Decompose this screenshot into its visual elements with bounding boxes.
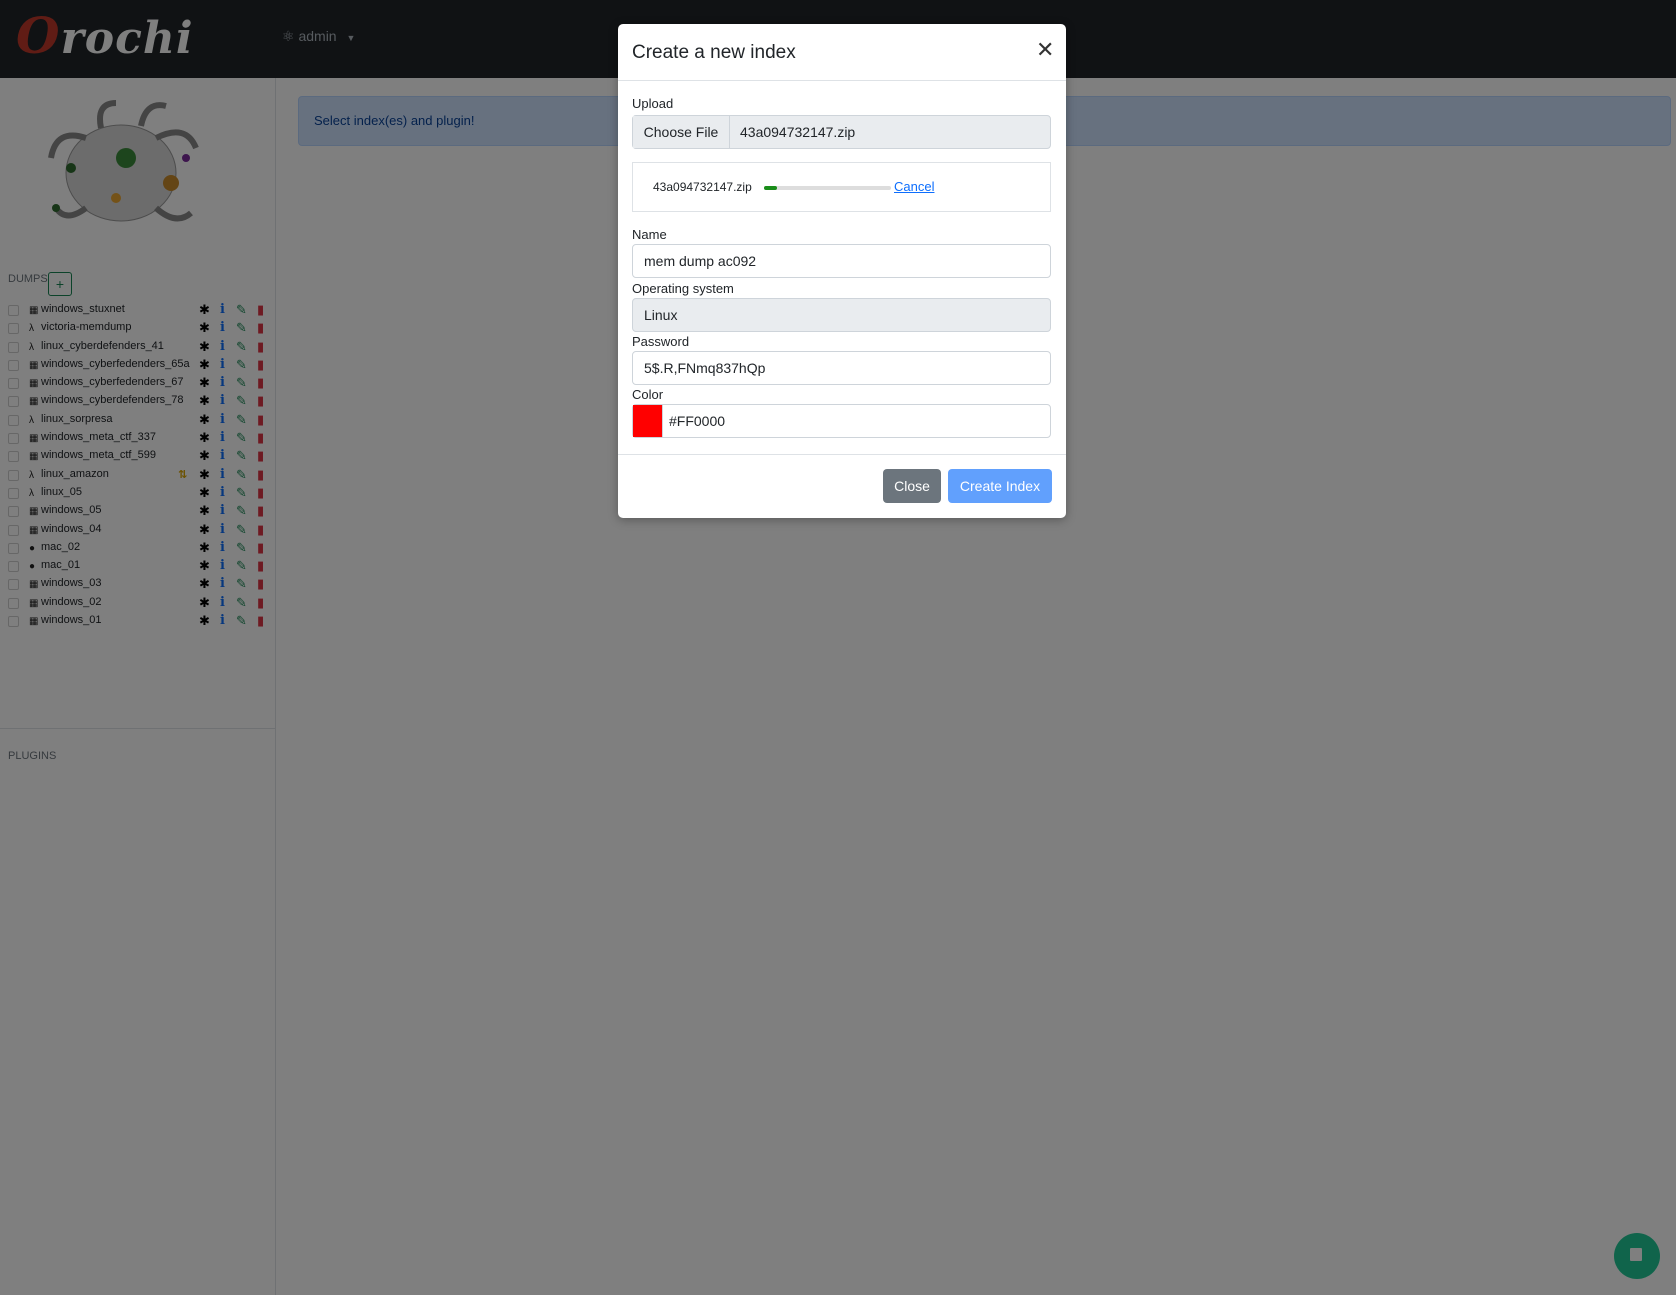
close-icon[interactable]: ✕	[1036, 39, 1054, 61]
os-value: Linux	[644, 307, 678, 323]
file-input[interactable]: Choose File 43a094732147.zip	[632, 115, 1051, 149]
name-value: mem dump ac092	[644, 253, 757, 269]
password-label: Password	[632, 334, 690, 349]
os-select[interactable]: Linux	[632, 298, 1051, 332]
upload-label: Upload	[632, 96, 674, 111]
name-input[interactable]: mem dump ac092	[632, 244, 1051, 278]
modal-title: Create a new index	[632, 42, 796, 63]
name-label: Name	[632, 227, 667, 242]
upload-progress-box: 43a094732147.zip Cancel	[632, 162, 1051, 212]
modal-footer: Close Create Index	[618, 454, 1066, 519]
color-swatch[interactable]	[633, 405, 663, 437]
upload-progress-fill	[764, 186, 777, 190]
create-index-modal: Create a new index ✕ Upload Choose File …	[618, 24, 1066, 518]
password-value: 5$.R,FNmq837hQp	[644, 360, 766, 376]
upload-file-name: 43a094732147.zip	[653, 180, 752, 194]
os-label: Operating system	[632, 281, 734, 296]
color-label: Color	[632, 387, 664, 402]
upload-progress-bar	[764, 186, 891, 190]
choose-file-button[interactable]: Choose File	[633, 116, 730, 148]
close-button[interactable]: Close	[883, 469, 941, 503]
modal-header: Create a new index ✕	[618, 24, 1066, 81]
color-value: #FF0000	[669, 413, 726, 429]
upload-cancel-link[interactable]: Cancel	[894, 179, 934, 194]
color-input[interactable]: #FF0000	[632, 404, 1051, 438]
create-index-button[interactable]: Create Index	[948, 469, 1052, 503]
password-input[interactable]: 5$.R,FNmq837hQp	[632, 351, 1051, 385]
file-name: 43a094732147.zip	[740, 124, 856, 140]
